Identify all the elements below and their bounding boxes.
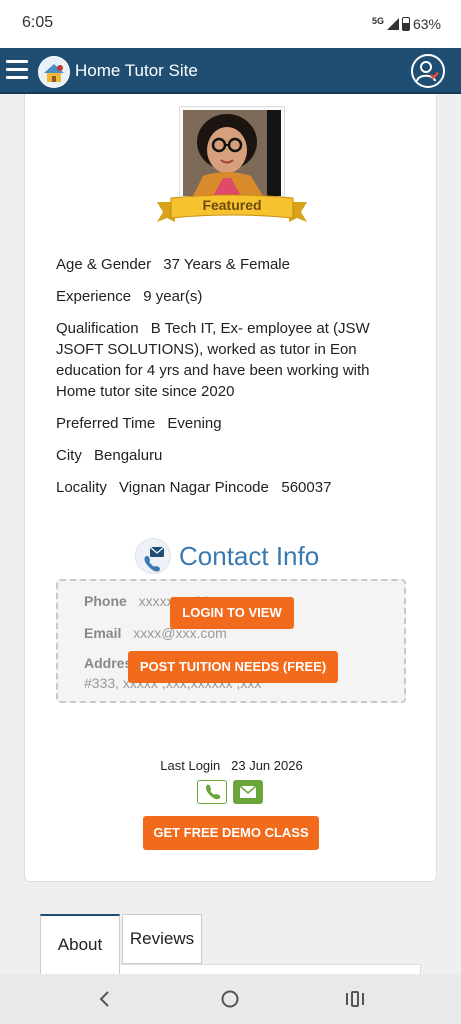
detail-preferred-time: Preferred Time Evening (56, 413, 406, 434)
detail-value: Evening (167, 415, 222, 432)
phone-icon (206, 784, 221, 800)
battery-icon (401, 17, 410, 31)
detail-value: 9 year(s) (143, 288, 203, 305)
detail-locality: Locality Vignan Nagar Pincode 560037 (56, 477, 406, 498)
detail-label: City (56, 447, 82, 464)
home-tutor-logo[interactable] (38, 56, 70, 88)
featured-badge-text: Featured (202, 197, 262, 213)
tutor-photo[interactable] (183, 110, 281, 196)
detail-value: Vignan Nagar Pincode 560037 (119, 479, 332, 496)
last-login: Last Login 23 Jun 2026 (25, 758, 438, 773)
detail-label: Experience (56, 288, 132, 305)
contact-details-box: Phone xxxxxxxx89 Email xxxx@xxx.com Addr… (56, 579, 406, 703)
get-free-demo-class-button[interactable]: GET FREE DEMO CLASS (143, 816, 319, 850)
last-login-date: 23 Jun 2026 (231, 758, 303, 773)
tutor-details: Age & Gender 37 Years & Female Experienc… (56, 254, 406, 509)
mail-icon (239, 785, 257, 798)
contact-info-title: Contact Info (179, 540, 320, 571)
status-indicators: 5G 63% (372, 16, 441, 32)
app-title[interactable]: Home Tutor Site (75, 61, 198, 81)
detail-city: City Bengaluru (56, 445, 406, 466)
detail-age-gender: Age & Gender 37 Years & Female (56, 254, 406, 275)
recent-apps-icon[interactable] (342, 986, 368, 1012)
tab-reviews[interactable]: Reviews (122, 914, 202, 964)
contact-info-heading: Contact Info (135, 538, 319, 574)
contact-info-icon (135, 538, 171, 574)
post-tuition-needs-button[interactable]: POST TUITION NEEDS (FREE) (128, 651, 338, 683)
detail-label: Age & Gender (56, 256, 152, 273)
detail-experience: Experience 9 year(s) (56, 286, 406, 307)
email-button[interactable] (233, 780, 263, 804)
tutor-profile-card: Featured Age & Gender 37 Years & Female … (24, 94, 437, 882)
back-icon[interactable] (92, 986, 118, 1012)
user-account-icon[interactable] (411, 54, 445, 88)
home-icon[interactable] (217, 986, 243, 1012)
detail-label: Preferred Time (56, 415, 156, 432)
call-button[interactable] (197, 780, 227, 804)
system-navigation-bar (0, 974, 461, 1024)
tab-about[interactable]: About (40, 914, 120, 974)
hamburger-menu-icon[interactable] (6, 60, 28, 80)
detail-label: Locality (56, 479, 107, 496)
detail-label: Qualification (56, 320, 139, 337)
detail-qualification: Qualification B Tech IT, Ex- employee at… (56, 318, 406, 402)
signal-icon (386, 18, 399, 30)
app-header: Home Tutor Site (0, 48, 461, 94)
battery-level: 63% (412, 16, 441, 32)
status-time: 6:05 (22, 14, 54, 31)
featured-ribbon: Featured (157, 194, 307, 226)
email-label: Email (84, 625, 122, 641)
last-login-label: Last Login (160, 758, 221, 773)
network-type: 5G (371, 16, 384, 26)
login-to-view-button[interactable]: LOGIN TO VIEW (170, 597, 294, 629)
phone-label: Phone (84, 593, 127, 609)
detail-value: Bengaluru (94, 447, 163, 464)
status-bar: 6:05 5G 63% (0, 0, 461, 48)
detail-value: 37 Years & Female (163, 256, 290, 273)
tutor-photo-frame (179, 106, 285, 200)
profile-tabs: About Reviews (40, 914, 421, 974)
